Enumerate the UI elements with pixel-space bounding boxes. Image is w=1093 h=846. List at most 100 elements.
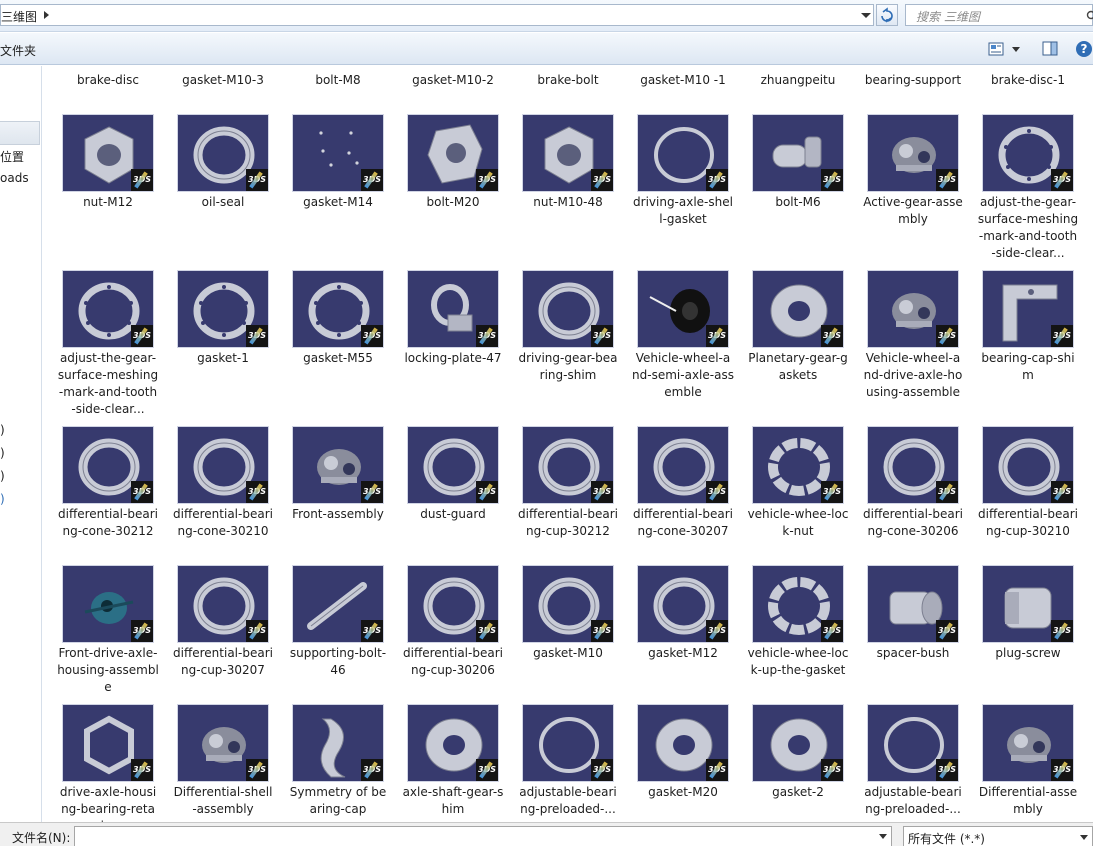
file-thumbnail[interactable]: 3DS	[522, 426, 614, 504]
address-dropdown-icon[interactable]	[858, 9, 874, 23]
file-thumbnail[interactable]: 3DS	[407, 114, 499, 192]
file-name: Vehicle-wheel-and-drive-axle-housing-ass…	[863, 351, 963, 399]
file-thumbnail[interactable]: 3DS	[292, 114, 384, 192]
file-thumbnail[interactable]: 3DS	[637, 704, 729, 782]
address-path[interactable]: 三维图	[1, 8, 37, 25]
catia-badge-icon: 3DS	[131, 325, 153, 347]
file-thumbnail[interactable]: 3DS	[982, 704, 1074, 782]
catia-badge-icon: 3DS	[131, 169, 153, 191]
catia-badge-icon: 3DS	[361, 620, 383, 642]
file-thumbnail[interactable]: 3DS	[637, 565, 729, 643]
help-icon[interactable]: ?	[1075, 40, 1093, 58]
file-name: differential-bearing-cup-30210	[978, 507, 1078, 538]
catia-badge-icon: 3DS	[936, 759, 958, 781]
file-thumbnail[interactable]: 3DS	[522, 114, 614, 192]
catia-badge-icon: 3DS	[476, 481, 498, 503]
file-type-select[interactable]: 所有文件 (*.*)	[903, 826, 1093, 846]
view-dropdown-icon[interactable]	[1012, 47, 1020, 52]
file-name: dust-guard	[420, 507, 486, 521]
file-name: adjust-the-gear-surface-meshing-mark-and…	[977, 195, 1079, 260]
file-thumbnail[interactable]: 3DS	[752, 114, 844, 192]
file-thumbnail[interactable]: 3DS	[982, 426, 1074, 504]
file-thumbnail[interactable]: 3DS	[62, 270, 154, 348]
file-thumbnail[interactable]: 3DS	[637, 270, 729, 348]
new-folder-button[interactable]: 文件夹	[0, 42, 36, 59]
file-thumbnail[interactable]: 3DS	[637, 114, 729, 192]
file-thumbnail[interactable]: 3DS	[752, 270, 844, 348]
file-name: Front-drive-axle-housing-assemble	[57, 646, 159, 694]
catia-badge-icon: 3DS	[936, 620, 958, 642]
file-name: vehicle-whee-lock-nut	[747, 507, 849, 538]
file-thumbnail[interactable]: 3DS	[62, 565, 154, 643]
file-thumbnail[interactable]: 3DS	[522, 704, 614, 782]
file-thumbnail[interactable]: 3DS	[752, 426, 844, 504]
file-name: Active-gear-assembly	[863, 195, 963, 226]
file-name: gasket-M10 -1	[640, 73, 726, 87]
file-thumbnail[interactable]: 3DS	[867, 270, 959, 348]
search-icon[interactable]	[1086, 10, 1093, 22]
file-thumbnail[interactable]: 3DS	[867, 426, 959, 504]
file-thumbnail[interactable]: 3DS	[867, 114, 959, 192]
filename-input[interactable]	[74, 826, 892, 846]
file-thumbnail[interactable]: 3DS	[62, 426, 154, 504]
file-thumbnail[interactable]: 3DS	[752, 704, 844, 782]
file-thumbnail[interactable]: 3DS	[177, 565, 269, 643]
sidebar-item-drive-1[interactable]: )	[0, 423, 5, 437]
refresh-button[interactable]	[876, 4, 898, 26]
filename-bar: 文件名(N): 所有文件 (*.*)	[0, 822, 1093, 846]
file-thumbnail[interactable]: 3DS	[982, 114, 1074, 192]
address-box[interactable]: 三维图	[0, 4, 874, 26]
file-dialog: 三维图 搜索 三维图 文件夹 ? 位置 oads)))) brake-d…	[0, 0, 1093, 846]
file-thumbnail[interactable]: 3DS	[177, 704, 269, 782]
file-type-value: 所有文件 (*.*)	[908, 832, 985, 846]
file-thumbnail[interactable]: 3DS	[177, 426, 269, 504]
file-thumbnail[interactable]: 3DS	[292, 704, 384, 782]
file-thumbnail[interactable]: 3DS	[522, 270, 614, 348]
file-thumbnail[interactable]: 3DS	[752, 565, 844, 643]
file-thumbnail[interactable]: 3DS	[407, 270, 499, 348]
sidebar-item-location[interactable]: 位置	[0, 148, 24, 165]
catia-badge-icon: 3DS	[706, 481, 728, 503]
catia-badge-icon: 3DS	[821, 620, 843, 642]
file-list[interactable]: brake-disc gasket-M10-3 bolt-M8 gasket-M10-…	[43, 66, 1093, 822]
file-thumbnail[interactable]: 3DS	[982, 270, 1074, 348]
sidebar-item-drive-3[interactable]: )	[0, 469, 5, 483]
sidebar-item-downloads[interactable]: oads	[0, 171, 29, 185]
filename-dropdown-icon[interactable]	[879, 834, 887, 839]
preview-pane-icon[interactable]	[1042, 41, 1058, 56]
file-name: differential-bearing-cone-30212	[58, 507, 158, 538]
file-thumbnail[interactable]: 3DS	[407, 565, 499, 643]
file-thumbnail[interactable]: 3DS	[407, 426, 499, 504]
file-thumbnail[interactable]: 3DS	[407, 704, 499, 782]
sidebar-item-drive-4[interactable]: )	[0, 492, 5, 506]
file-name: axle-shaft-gear-shim	[402, 785, 504, 816]
file-thumbnail[interactable]: 3DS	[292, 426, 384, 504]
file-name: driving-gear-bearing-shim	[518, 351, 618, 382]
file-thumbnail[interactable]: 3DS	[982, 565, 1074, 643]
sidebar-selected-item[interactable]	[0, 121, 40, 145]
breadcrumb-arrow-icon[interactable]	[44, 11, 49, 19]
file-thumbnail[interactable]: 3DS	[867, 565, 959, 643]
catia-badge-icon: 3DS	[706, 169, 728, 191]
file-thumbnail[interactable]: 3DS	[292, 270, 384, 348]
file-thumbnail[interactable]: 3DS	[62, 704, 154, 782]
file-thumbnail[interactable]: 3DS	[62, 114, 154, 192]
sidebar-item-drive-2[interactable]: )	[0, 446, 5, 460]
file-name: spacer-bush	[876, 646, 950, 660]
catia-badge-icon: 3DS	[1051, 325, 1073, 347]
file-thumbnail[interactable]: 3DS	[177, 114, 269, 192]
file-name: nut-M12	[83, 195, 133, 209]
file-thumbnail[interactable]: 3DS	[177, 270, 269, 348]
file-thumbnail[interactable]: 3DS	[292, 565, 384, 643]
file-name: gasket-M10-2	[412, 73, 494, 87]
navigation-pane: 位置 oads ) ) ) )	[0, 66, 42, 822]
catia-badge-icon: 3DS	[591, 325, 613, 347]
catia-badge-icon: 3DS	[591, 169, 613, 191]
catia-badge-icon: 3DS	[706, 620, 728, 642]
change-view-icon[interactable]	[988, 42, 1004, 56]
file-thumbnail[interactable]: 3DS	[637, 426, 729, 504]
file-thumbnail[interactable]: 3DS	[867, 704, 959, 782]
search-input[interactable]: 搜索 三维图	[905, 4, 1093, 26]
catia-badge-icon: 3DS	[591, 620, 613, 642]
file-thumbnail[interactable]: 3DS	[522, 565, 614, 643]
